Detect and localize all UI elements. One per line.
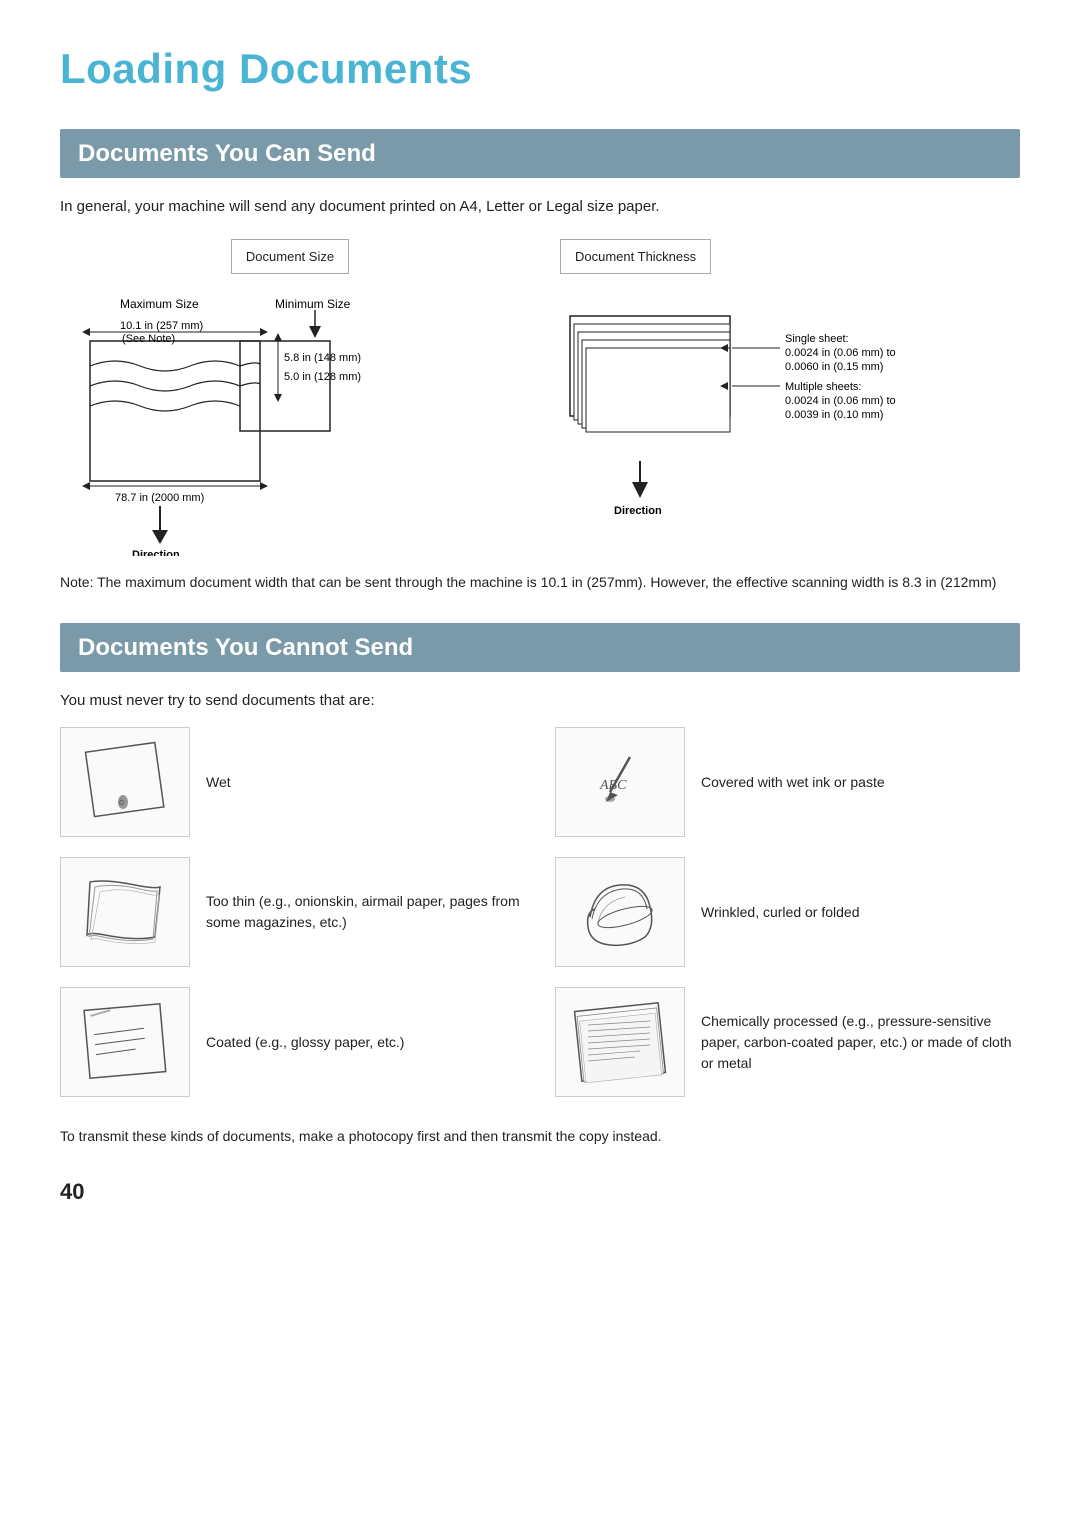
list-item: ò Wet [60,727,525,837]
page-number: 40 [60,1177,1020,1208]
cannot-send-grid: ò Wet ABC Covered with wet ink or paste [60,727,1020,1107]
wet-ink-image: ABC [555,727,685,837]
list-item: Wrinkled, curled or folded [555,857,1020,967]
size-diagram-area: Document Size Maximum Size Minimum Size [60,239,520,561]
wrinkled-image [555,857,685,967]
section1-intro: In general, your machine will send any d… [60,196,1020,217]
document-thickness-svg: Single sheet: 0.0024 in (0.06 mm) to 0.0… [560,286,920,556]
svg-text:10.1 in (257 mm): 10.1 in (257 mm) [120,320,203,332]
coated-image [60,987,190,1097]
wrinkled-label: Wrinkled, curled or folded [701,902,1020,923]
svg-text:0.0039 in (0.10 mm): 0.0039 in (0.10 mm) [785,409,883,421]
list-item: Coated (e.g., glossy paper, etc.) [60,987,525,1097]
document-size-svg: Maximum Size Minimum Size 1 [60,286,440,556]
svg-text:Direction: Direction [132,549,180,556]
wet-label: Wet [206,772,525,793]
thin-label: Too thin (e.g., onionskin, airmail paper… [206,891,525,933]
chemical-image [555,987,685,1097]
svg-text:5.0 in (128 mm): 5.0 in (128 mm) [284,371,361,383]
document-size-label: Document Size [246,249,334,264]
chemical-label: Chemically processed (e.g., pressure-sen… [701,1011,1020,1074]
transmit-text: To transmit these kinds of documents, ma… [60,1127,1020,1147]
svg-text:(See Note): (See Note) [122,333,175,345]
thickness-diagram-area: Document Thickness Single sheet: 0.0024 … [540,239,1020,561]
svg-text:5.8 in (148 mm): 5.8 in (148 mm) [284,352,361,364]
note-text: Note: The maximum document width that ca… [60,574,996,590]
list-item: ABC Covered with wet ink or paste [555,727,1020,837]
svg-text:ò: ò [119,797,124,807]
wet-image: ò [60,727,190,837]
svg-text:Single sheet:: Single sheet: [785,333,849,345]
page-title: Loading Documents [60,40,1020,99]
svg-text:78.7 in (2000 mm): 78.7 in (2000 mm) [115,492,204,504]
document-size-label-box: Document Size [231,239,349,273]
svg-text:0.0024 in (0.06 mm) to: 0.0024 in (0.06 mm) to [785,347,896,359]
you-must-text: You must never try to send documents tha… [60,690,1020,711]
document-thickness-label-box: Document Thickness [560,239,711,273]
section2-header: Documents You Cannot Send [60,623,1020,673]
svg-text:Direction: Direction [614,505,662,517]
coated-label: Coated (e.g., glossy paper, etc.) [206,1032,525,1053]
svg-text:0.0060 in (0.15 mm): 0.0060 in (0.15 mm) [785,361,883,373]
diagrams-container: Document Size Maximum Size Minimum Size [60,239,1020,561]
list-item: Too thin (e.g., onionskin, airmail paper… [60,857,525,967]
list-item: Chemically processed (e.g., pressure-sen… [555,987,1020,1097]
thin-image [60,857,190,967]
svg-text:ABC: ABC [599,778,627,793]
min-size-label: Minimum Size [275,297,351,311]
svg-text:Multiple sheets:: Multiple sheets: [785,381,861,393]
section1-header: Documents You Can Send [60,129,1020,179]
max-size-label: Maximum Size [120,297,199,311]
wet-ink-label: Covered with wet ink or paste [701,772,1020,793]
section1-note: Note: The maximum document width that ca… [60,572,1020,593]
document-thickness-label: Document Thickness [575,249,696,264]
svg-text:0.0024 in (0.06 mm) to: 0.0024 in (0.06 mm) to [785,395,896,407]
